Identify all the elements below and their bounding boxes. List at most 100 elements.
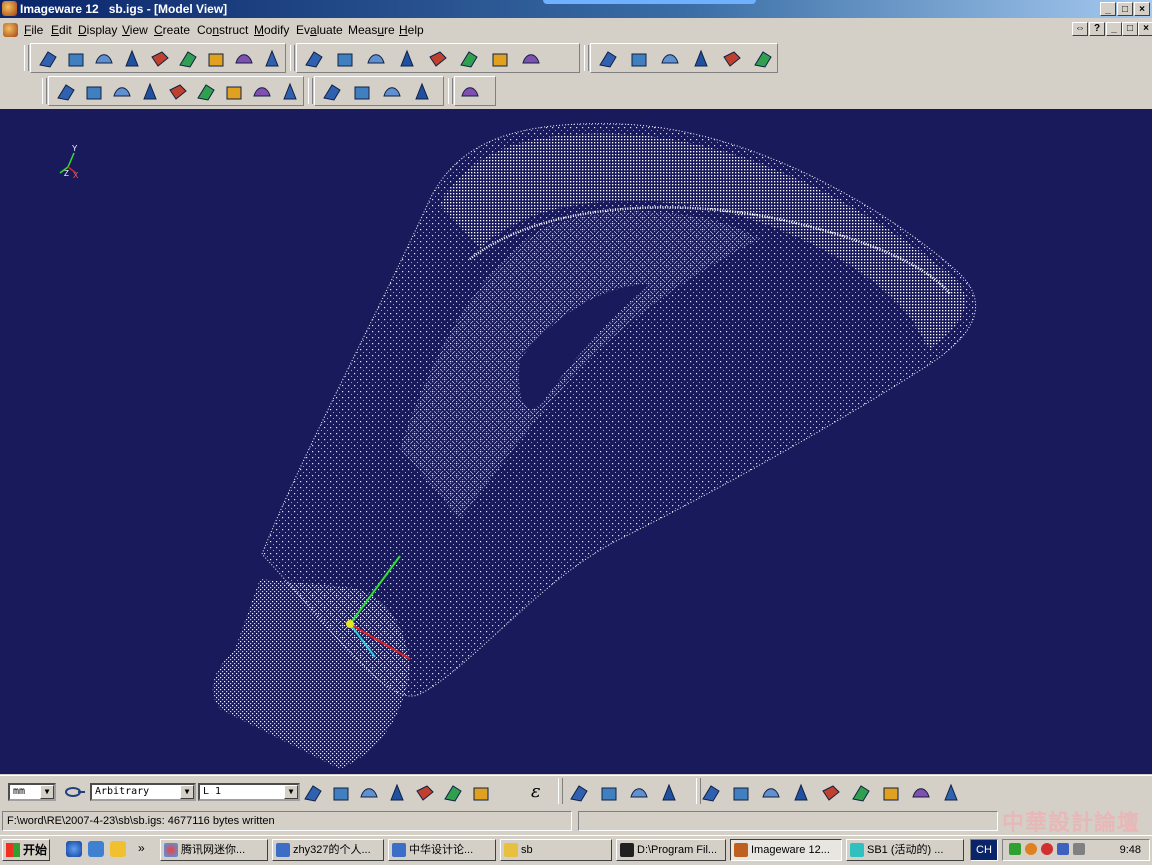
speaker-icon[interactable] xyxy=(1073,843,1085,855)
curve-green-icon[interactable] xyxy=(55,81,77,103)
quick-launch-more[interactable]: » xyxy=(138,841,145,855)
knife-icon[interactable] xyxy=(251,81,273,103)
close-button[interactable]: × xyxy=(1134,2,1150,16)
no-icon[interactable] xyxy=(414,782,436,804)
imageware-app-icon[interactable] xyxy=(2,1,17,16)
rainbow-surface-icon[interactable] xyxy=(381,81,403,103)
tray-icon[interactable] xyxy=(1057,843,1069,855)
task-item[interactable]: 中华设计论... xyxy=(388,839,496,861)
tray-icon[interactable] xyxy=(1025,843,1037,855)
surface-icon[interactable] xyxy=(628,782,650,804)
qq-icon[interactable] xyxy=(110,841,126,857)
maximize-button[interactable]: □ xyxy=(1117,2,1133,16)
cylinder-icon[interactable] xyxy=(690,48,712,70)
start-button[interactable]: 开始 xyxy=(2,839,50,861)
scan-icon[interactable] xyxy=(93,48,115,70)
palette-icon[interactable] xyxy=(459,81,481,103)
plane-icon[interactable] xyxy=(489,48,511,70)
text-icon[interactable] xyxy=(177,48,199,70)
trim-icon[interactable] xyxy=(167,81,189,103)
surface-icon[interactable] xyxy=(121,48,143,70)
mdi-restore-layout-button[interactable]: ⇔ xyxy=(1072,22,1088,36)
menu-evaluate[interactable]: Evaluate xyxy=(296,23,343,37)
view-icon[interactable] xyxy=(386,782,408,804)
toolbar-grip[interactable] xyxy=(24,45,29,71)
wire-cube-icon[interactable] xyxy=(628,48,650,70)
sweep-icon[interactable] xyxy=(334,48,356,70)
target-icon[interactable] xyxy=(820,782,842,804)
patch-icon[interactable] xyxy=(658,782,680,804)
chevron-down-icon[interactable]: ▼ xyxy=(284,785,298,799)
wireframe-box-icon[interactable] xyxy=(597,48,619,70)
surface-edit-icon[interactable] xyxy=(111,81,133,103)
view-toggle-icon[interactable] xyxy=(64,785,86,799)
palette-icon[interactable] xyxy=(411,81,433,103)
menu-modify[interactable]: Modify xyxy=(254,23,289,37)
lock-icon[interactable] xyxy=(330,782,352,804)
toolbar-grip[interactable] xyxy=(290,45,295,71)
extend-icon[interactable] xyxy=(321,81,343,103)
curve-surface-icon[interactable] xyxy=(458,48,480,70)
task-item[interactable]: D:\Program Fil... xyxy=(616,839,726,861)
surface-icon[interactable] xyxy=(880,782,902,804)
task-item[interactable]: sb xyxy=(500,839,612,861)
match-icon[interactable] xyxy=(279,81,301,103)
cone-icon[interactable] xyxy=(205,48,227,70)
no-icon[interactable] xyxy=(940,782,962,804)
fillet-icon[interactable] xyxy=(365,48,387,70)
toolbar-grip[interactable] xyxy=(558,778,563,804)
offset-surface-icon[interactable] xyxy=(396,48,418,70)
menu-file[interactable]: File xyxy=(24,23,43,37)
cube-icon[interactable] xyxy=(149,48,171,70)
toolbar-grip[interactable] xyxy=(308,78,313,104)
chevron-down-icon[interactable]: ▼ xyxy=(180,785,194,799)
mdi-close-button[interactable]: × xyxy=(1138,22,1152,36)
epsilon-button[interactable]: ε xyxy=(531,781,541,802)
bolt-icon[interactable] xyxy=(730,782,752,804)
tray-icon[interactable] xyxy=(1009,843,1021,855)
task-item[interactable]: SB1 (活动的) ... xyxy=(846,839,964,861)
task-item[interactable]: zhy327的个人... xyxy=(272,839,384,861)
triangle-icon[interactable] xyxy=(520,48,542,70)
patch-icon[interactable] xyxy=(261,48,283,70)
menu-create[interactable]: Create xyxy=(154,23,190,37)
bubble-icon[interactable] xyxy=(223,81,245,103)
minimize-button[interactable]: _ xyxy=(1100,2,1116,16)
grid-icon[interactable] xyxy=(700,782,722,804)
toolbar-grip[interactable] xyxy=(448,78,453,104)
curve-icon[interactable] xyxy=(598,782,620,804)
grid-icon[interactable] xyxy=(195,81,217,103)
mdi-maximize-button[interactable]: □ xyxy=(1122,22,1138,36)
menu-measure[interactable]: Measure xyxy=(348,23,395,37)
units-select[interactable]: mm ▼ xyxy=(8,783,56,801)
split-icon[interactable] xyxy=(139,81,161,103)
menu-construct[interactable]: Construct xyxy=(197,23,248,37)
tray-icon[interactable] xyxy=(1041,843,1053,855)
menu-help[interactable]: Help xyxy=(399,23,424,37)
dome-icon[interactable] xyxy=(233,48,255,70)
toolbar-grip[interactable] xyxy=(584,45,589,71)
cloud-icon[interactable] xyxy=(568,782,590,804)
menu-edit[interactable]: Edit xyxy=(51,23,72,37)
flatten-icon[interactable] xyxy=(351,81,373,103)
menu-view[interactable]: View xyxy=(122,23,148,37)
mdi-minimize-button[interactable]: _ xyxy=(1106,22,1122,36)
blend-surface-icon[interactable] xyxy=(303,48,325,70)
dots-icon[interactable] xyxy=(790,782,812,804)
no-icon[interactable] xyxy=(442,782,464,804)
document-icon[interactable] xyxy=(3,23,18,37)
ie-icon[interactable] xyxy=(66,841,82,857)
language-indicator[interactable]: CH xyxy=(970,839,998,861)
view-mode-select[interactable]: Arbitrary ▼ xyxy=(90,783,196,801)
layer-select[interactable]: L 1 ▼ xyxy=(198,783,300,801)
menu-display[interactable]: Display xyxy=(78,23,117,37)
task-item[interactable]: 腾讯网迷你... xyxy=(160,839,268,861)
calc-icon[interactable] xyxy=(302,782,324,804)
quick-launch-icon[interactable] xyxy=(88,841,104,857)
section-plane-icon[interactable] xyxy=(721,48,743,70)
cloud-section-icon[interactable] xyxy=(83,81,105,103)
loft-icon[interactable] xyxy=(427,48,449,70)
sphere-icon[interactable] xyxy=(358,782,380,804)
no-icon[interactable] xyxy=(470,782,492,804)
mdi-help-button[interactable]: ? xyxy=(1089,22,1105,36)
